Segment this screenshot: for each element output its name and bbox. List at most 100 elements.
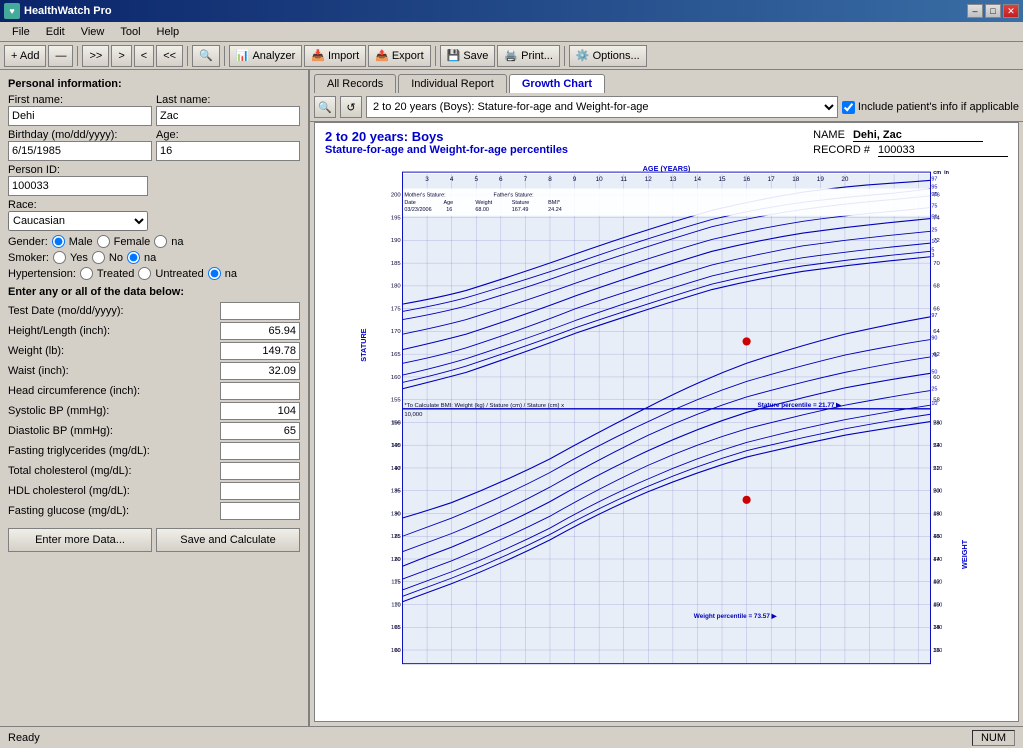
gender-female-option[interactable]: Female bbox=[97, 235, 151, 248]
save-calculate-button[interactable]: Save and Calculate bbox=[156, 528, 300, 552]
import-button[interactable]: 📥 Import bbox=[304, 45, 366, 67]
glucose-label: Fasting glucose (mg/dL): bbox=[8, 505, 220, 517]
first-name-input[interactable] bbox=[8, 106, 152, 126]
include-patient-checkbox-label[interactable]: Include patient's info if applicable bbox=[842, 101, 1019, 114]
close-button[interactable]: ✕ bbox=[1003, 4, 1019, 18]
hypertension-treated-radio[interactable] bbox=[80, 267, 93, 280]
zoom-in-button[interactable]: 🔍 bbox=[314, 96, 336, 118]
test-date-input[interactable] bbox=[220, 302, 300, 320]
svg-text:175: 175 bbox=[391, 306, 402, 312]
glucose-input[interactable] bbox=[220, 502, 300, 520]
name-value: Dehi, Zac bbox=[853, 129, 983, 142]
prev-button[interactable]: < bbox=[134, 45, 154, 67]
systolic-input[interactable] bbox=[220, 402, 300, 420]
test-date-row: Test Date (mo/dd/yyyy): bbox=[8, 302, 300, 320]
svg-text:75: 75 bbox=[395, 580, 401, 586]
chart-type-select[interactable]: 2 to 20 years (Boys): Stature-for-age an… bbox=[366, 96, 838, 118]
hypertension-na-label: na bbox=[225, 268, 237, 280]
menu-tool[interactable]: Tool bbox=[112, 24, 148, 40]
svg-text:13: 13 bbox=[669, 176, 677, 183]
last-name-label: Last name: bbox=[156, 94, 300, 106]
person-id-input[interactable] bbox=[8, 176, 148, 196]
head-circ-input[interactable] bbox=[220, 382, 300, 400]
menu-file[interactable]: File bbox=[4, 24, 38, 40]
fast-forward-button[interactable]: >> bbox=[82, 45, 109, 67]
hypertension-na-option[interactable]: na bbox=[208, 267, 237, 280]
rewind-button[interactable]: << bbox=[156, 45, 183, 67]
svg-text:230: 230 bbox=[933, 420, 942, 426]
svg-text:190: 190 bbox=[933, 511, 942, 517]
enter-more-data-button[interactable]: Enter more Data... bbox=[8, 528, 152, 552]
save-button[interactable]: 💾 Save bbox=[440, 45, 496, 67]
svg-text:65: 65 bbox=[395, 625, 401, 631]
person-id-label: Person ID: bbox=[8, 164, 300, 176]
diastolic-input[interactable] bbox=[220, 422, 300, 440]
stature-97-label: 97 bbox=[931, 176, 937, 182]
remove-button[interactable]: — bbox=[48, 45, 73, 67]
tab-individual-report[interactable]: Individual Report bbox=[398, 74, 507, 93]
print-button[interactable]: 🖨️ Print... bbox=[497, 45, 560, 67]
menu-help[interactable]: Help bbox=[149, 24, 188, 40]
next-button[interactable]: > bbox=[111, 45, 131, 67]
add-button[interactable]: + Add bbox=[4, 45, 46, 67]
smoker-yes-option[interactable]: Yes bbox=[53, 251, 88, 264]
num-indicator: NUM bbox=[972, 730, 1015, 746]
gender-female-radio[interactable] bbox=[97, 235, 110, 248]
height-input[interactable] bbox=[220, 322, 300, 340]
svg-text:70: 70 bbox=[395, 602, 401, 608]
age-input[interactable] bbox=[156, 141, 300, 161]
status-bar: Ready NUM bbox=[0, 726, 1023, 748]
triglycerides-input[interactable] bbox=[220, 442, 300, 460]
waist-input[interactable] bbox=[220, 362, 300, 380]
search-button[interactable]: 🔍 bbox=[192, 45, 220, 67]
weight-row: Weight (lb): bbox=[8, 342, 300, 360]
menu-edit[interactable]: Edit bbox=[38, 24, 73, 40]
race-select[interactable]: Caucasian African American Hispanic Asia… bbox=[8, 211, 148, 231]
birthday-input[interactable] bbox=[8, 141, 152, 161]
stature-75-label: 75 bbox=[931, 204, 937, 210]
toolbar: + Add — >> > < << 🔍 📊 Analyzer 📥 Import … bbox=[0, 42, 1023, 70]
smoker-na-option[interactable]: na bbox=[127, 251, 156, 264]
smoker-na-radio[interactable] bbox=[127, 251, 140, 264]
smoker-yes-radio[interactable] bbox=[53, 251, 66, 264]
gender-na-option[interactable]: na bbox=[154, 235, 183, 248]
hypertension-treated-option[interactable]: Treated bbox=[80, 267, 135, 280]
maximize-button[interactable]: □ bbox=[985, 4, 1001, 18]
app-title: HealthWatch Pro bbox=[24, 5, 963, 17]
tab-growth-chart[interactable]: Growth Chart bbox=[509, 74, 605, 93]
weight-25-label: 25 bbox=[931, 387, 937, 393]
weight-75-label: 75 bbox=[931, 353, 937, 359]
gender-male-radio[interactable] bbox=[52, 235, 65, 248]
hypertension-untreated-option[interactable]: Untreated bbox=[138, 267, 203, 280]
table-header-weight: Weight bbox=[475, 200, 492, 206]
chart-header: 2 to 20 years: Boys Stature-for-age and … bbox=[315, 123, 1018, 163]
bmi-value: 10,000 bbox=[404, 412, 423, 418]
smoker-no-radio[interactable] bbox=[92, 251, 105, 264]
table-data-bmi: 24.24 bbox=[548, 207, 562, 213]
include-patient-checkbox[interactable] bbox=[842, 101, 855, 114]
hypertension-na-radio[interactable] bbox=[208, 267, 221, 280]
smoker-no-option[interactable]: No bbox=[92, 251, 123, 264]
menu-view[interactable]: View bbox=[73, 24, 113, 40]
svg-text:97: 97 bbox=[395, 466, 401, 472]
gender-male-option[interactable]: Male bbox=[52, 235, 93, 248]
gender-na-radio[interactable] bbox=[154, 235, 167, 248]
tab-all-records[interactable]: All Records bbox=[314, 74, 396, 93]
svg-text:100: 100 bbox=[392, 443, 401, 449]
stature-label: STATURE bbox=[359, 328, 368, 361]
hdl-input[interactable] bbox=[220, 482, 300, 500]
analyzer-button[interactable]: 📊 Analyzer bbox=[229, 45, 303, 67]
toolbar-separator-2 bbox=[187, 46, 188, 66]
hypertension-untreated-radio[interactable] bbox=[138, 267, 151, 280]
birthday-label: Birthday (mo/dd/yyyy): bbox=[8, 129, 152, 141]
personal-info-title: Personal information: bbox=[8, 78, 300, 90]
weight-input[interactable] bbox=[220, 342, 300, 360]
zoom-out-button[interactable]: ↺ bbox=[340, 96, 362, 118]
svg-text:160: 160 bbox=[933, 580, 942, 586]
chart-title-1: 2 to 20 years: Boys bbox=[325, 129, 568, 144]
total-cholesterol-input[interactable] bbox=[220, 462, 300, 480]
minimize-button[interactable]: – bbox=[967, 4, 983, 18]
last-name-input[interactable] bbox=[156, 106, 300, 126]
options-button[interactable]: ⚙️ Options... bbox=[569, 45, 647, 67]
export-button[interactable]: 📤 Export bbox=[368, 45, 431, 67]
